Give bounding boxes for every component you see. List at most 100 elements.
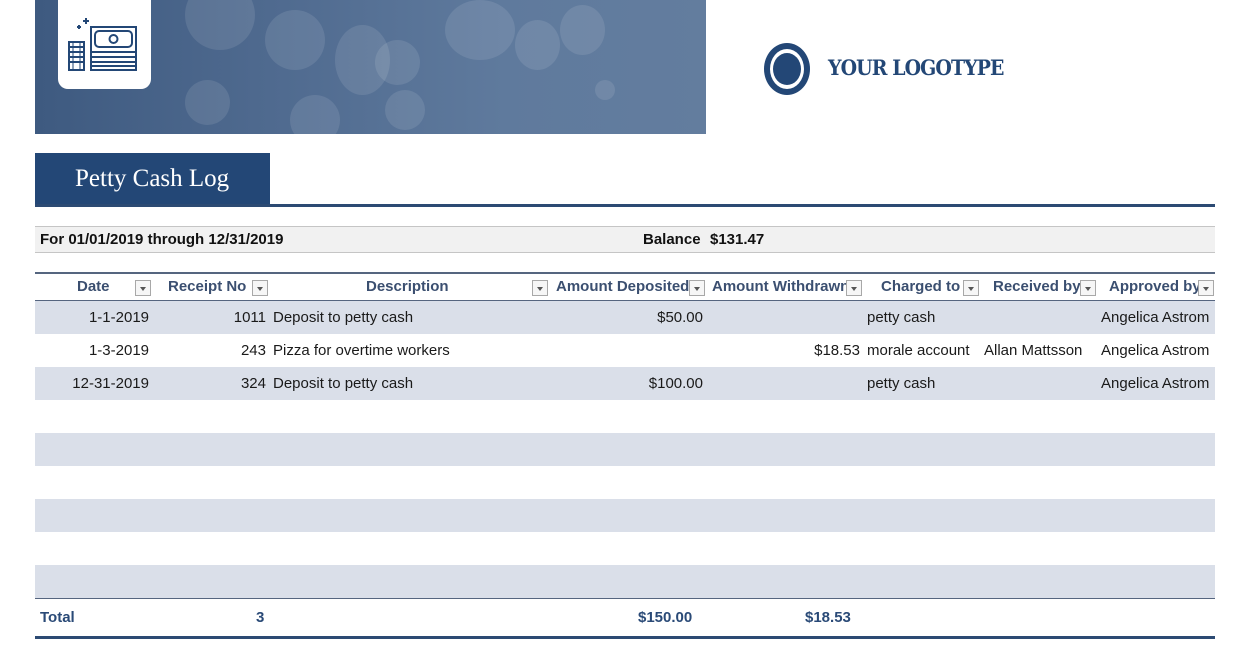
column-header-description[interactable]: Description — [366, 274, 449, 300]
cell-amount-withdrawn[interactable] — [708, 565, 864, 598]
cell-charged-to[interactable] — [864, 400, 981, 433]
cell-date[interactable]: 1-3-2019 — [35, 334, 155, 367]
cell-amount-deposited[interactable] — [550, 532, 708, 565]
cell-date[interactable]: 12-31-2019 — [35, 367, 155, 400]
cell-approved-by[interactable] — [1097, 499, 1215, 532]
column-header-approved-by[interactable]: Approved by — [1109, 274, 1198, 300]
cell-amount-deposited[interactable] — [550, 400, 708, 433]
cell-approved-by[interactable]: Angelica Astrom — [1097, 367, 1215, 400]
cell-charged-to[interactable] — [864, 565, 981, 598]
cell-date[interactable] — [35, 433, 155, 466]
filter-received-by-dropdown-arrow-icon[interactable] — [1080, 280, 1096, 296]
filter-amount-withdrawn-dropdown-arrow-icon[interactable] — [846, 280, 862, 296]
cell-receipt-no[interactable] — [155, 466, 270, 499]
cell-amount-deposited[interactable] — [550, 499, 708, 532]
filter-amount-deposited-dropdown-arrow-icon[interactable] — [689, 280, 705, 296]
cell-amount-withdrawn[interactable] — [708, 466, 864, 499]
cell-description[interactable]: Deposit to petty cash — [270, 301, 550, 334]
logotype-text: YOUR LOGOTYPE — [828, 55, 1004, 80]
cell-received-by[interactable] — [981, 301, 1097, 334]
cell-description[interactable] — [270, 499, 550, 532]
cell-amount-withdrawn[interactable] — [708, 532, 864, 565]
cell-amount-withdrawn[interactable]: $18.53 — [708, 334, 864, 367]
cell-approved-by[interactable] — [1097, 433, 1215, 466]
cell-received-by[interactable] — [981, 433, 1097, 466]
cell-received-by[interactable]: Allan Mattsson — [981, 334, 1097, 367]
cell-description[interactable]: Deposit to petty cash — [270, 367, 550, 400]
period-range: For 01/01/2019 through 12/31/2019 — [40, 231, 284, 248]
filter-date-dropdown-arrow-icon[interactable] — [135, 280, 151, 296]
cell-approved-by[interactable]: Angelica Astrom — [1097, 334, 1215, 367]
cell-receipt-no[interactable] — [155, 433, 270, 466]
money-stack-icon — [68, 18, 137, 71]
cell-amount-withdrawn[interactable] — [708, 499, 864, 532]
cell-date[interactable] — [35, 565, 155, 598]
cell-description[interactable] — [270, 565, 550, 598]
cell-approved-by[interactable]: Angelica Astrom — [1097, 301, 1215, 334]
filter-description-dropdown-arrow-icon[interactable] — [532, 280, 548, 296]
cell-amount-deposited[interactable] — [550, 466, 708, 499]
cell-received-by[interactable] — [981, 400, 1097, 433]
cell-charged-to[interactable]: petty cash — [864, 301, 981, 334]
cell-received-by[interactable] — [981, 565, 1097, 598]
cell-approved-by[interactable] — [1097, 400, 1215, 433]
cell-description[interactable] — [270, 400, 550, 433]
cell-receipt-no[interactable] — [155, 400, 270, 433]
cell-charged-to[interactable]: morale account — [864, 334, 981, 367]
cell-description[interactable] — [270, 466, 550, 499]
cell-approved-by[interactable] — [1097, 532, 1215, 565]
cell-receipt-no[interactable] — [155, 499, 270, 532]
cell-date[interactable]: 1-1-2019 — [35, 301, 155, 334]
cell-received-by[interactable] — [981, 367, 1097, 400]
cell-receipt-no[interactable] — [155, 532, 270, 565]
cell-charged-to[interactable] — [864, 532, 981, 565]
cell-approved-by[interactable] — [1097, 466, 1215, 499]
column-header-amount-withdrawn[interactable]: Amount Withdrawn — [712, 274, 847, 300]
cell-charged-to[interactable] — [864, 433, 981, 466]
cell-date[interactable] — [35, 466, 155, 499]
cell-receipt-no[interactable]: 243 — [155, 334, 270, 367]
total-label: Total — [40, 609, 75, 626]
cell-date[interactable] — [35, 499, 155, 532]
filter-charged-to-dropdown-arrow-icon[interactable] — [963, 280, 979, 296]
cell-date[interactable] — [35, 532, 155, 565]
cell-amount-deposited[interactable] — [550, 433, 708, 466]
cell-charged-to[interactable] — [864, 466, 981, 499]
cell-received-by[interactable] — [981, 466, 1097, 499]
column-header-charged-to[interactable]: Charged to — [881, 274, 963, 300]
cell-approved-by[interactable] — [1097, 565, 1215, 598]
column-header-amount-deposited[interactable]: Amount Deposited — [556, 274, 689, 300]
cell-amount-deposited[interactable]: $100.00 — [550, 367, 708, 400]
cell-amount-deposited[interactable]: $50.00 — [550, 301, 708, 334]
cell-date[interactable] — [35, 400, 155, 433]
total-count[interactable]: 3 — [256, 599, 264, 636]
total-withdrawn[interactable]: $18.53 — [805, 599, 851, 636]
page-title: Petty Cash Log — [35, 153, 270, 205]
cell-receipt-no[interactable] — [155, 565, 270, 598]
cell-description[interactable] — [270, 532, 550, 565]
cell-received-by[interactable] — [981, 532, 1097, 565]
cell-amount-withdrawn[interactable] — [708, 367, 864, 400]
money-icon-card — [58, 0, 151, 89]
column-header-received-by[interactable]: Received by — [993, 274, 1080, 300]
cell-amount-withdrawn[interactable] — [708, 433, 864, 466]
filter-approved-by-dropdown-arrow-icon[interactable] — [1198, 280, 1214, 296]
cell-amount-withdrawn[interactable] — [708, 400, 864, 433]
table-row — [35, 565, 1215, 598]
cell-amount-deposited[interactable] — [550, 334, 708, 367]
cell-receipt-no[interactable]: 1011 — [155, 301, 270, 334]
cell-amount-deposited[interactable] — [550, 565, 708, 598]
cell-charged-to[interactable]: petty cash — [864, 367, 981, 400]
column-header-date[interactable]: Date — [77, 274, 110, 300]
filter-receipt-no-dropdown-arrow-icon[interactable] — [252, 280, 268, 296]
cell-charged-to[interactable] — [864, 499, 981, 532]
cell-receipt-no[interactable]: 324 — [155, 367, 270, 400]
total-deposited[interactable]: $150.00 — [638, 599, 692, 636]
cell-amount-withdrawn[interactable] — [708, 301, 864, 334]
column-header-receipt-no[interactable]: Receipt No — [168, 274, 252, 300]
cell-description[interactable] — [270, 433, 550, 466]
cell-received-by[interactable] — [981, 499, 1097, 532]
total-row: Total 3 $150.00 $18.53 — [35, 598, 1215, 639]
title-divider — [35, 204, 1215, 207]
cell-description[interactable]: Pizza for overtime workers — [270, 334, 550, 367]
